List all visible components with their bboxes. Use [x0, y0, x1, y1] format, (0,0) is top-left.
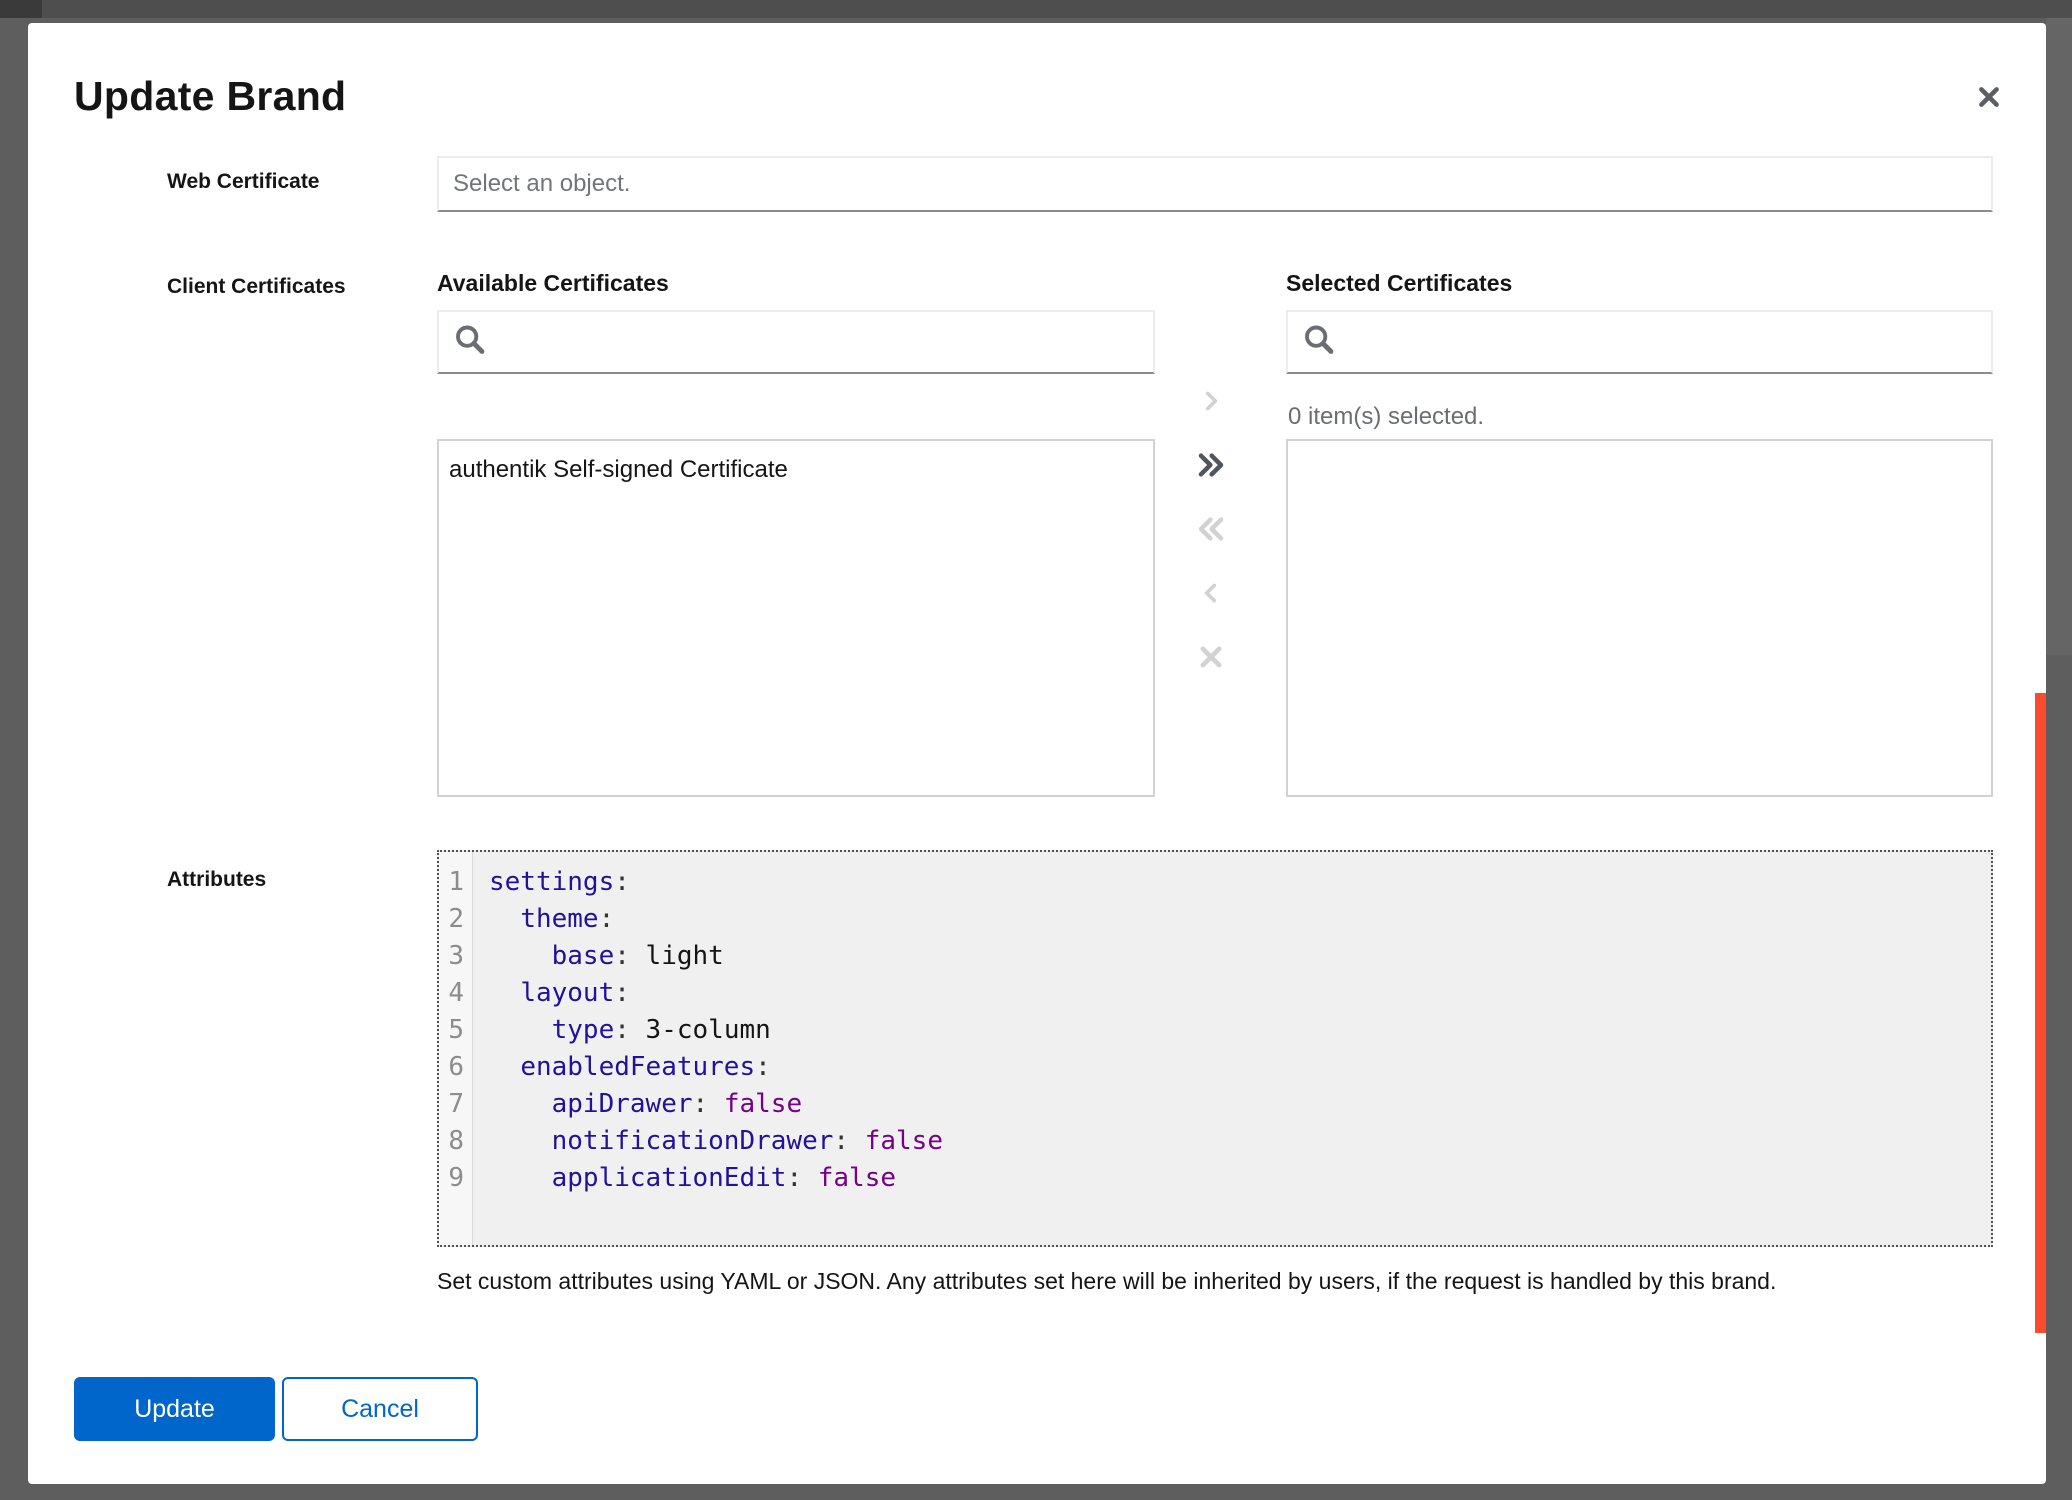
- available-search-input[interactable]: [439, 312, 1153, 372]
- available-certificates-list[interactable]: authentik Self-signed Certificate: [437, 439, 1155, 797]
- code-line: enabledFeatures:: [489, 1049, 1991, 1086]
- list-item[interactable]: authentik Self-signed Certificate: [439, 441, 1153, 492]
- code-gutter: 123456789: [439, 852, 473, 1245]
- selected-certificates-heading: Selected Certificates: [1286, 270, 1512, 297]
- selected-certificates-list[interactable]: [1286, 439, 1993, 797]
- attributes-label: Attributes: [167, 868, 266, 892]
- selected-count-status: 0 item(s) selected.: [1288, 403, 1484, 431]
- selected-search-box[interactable]: [1286, 310, 1993, 374]
- line-number: 1: [439, 864, 472, 901]
- web-certificate-select[interactable]: [437, 156, 1993, 212]
- angle-double-right-icon: [1195, 449, 1227, 481]
- code-line: layout:: [489, 975, 1991, 1012]
- angle-left-icon: [1198, 580, 1224, 606]
- client-certificates-label: Client Certificates: [167, 275, 346, 299]
- web-certificate-input[interactable]: [439, 158, 1991, 210]
- backdrop-corner-patch: [0, 0, 42, 18]
- backdrop-top-strip: [0, 0, 2072, 18]
- modal-title: Update Brand: [74, 73, 346, 120]
- move-selected-right-button[interactable]: [1188, 378, 1234, 424]
- line-number: 4: [439, 975, 472, 1012]
- attributes-code-editor[interactable]: 123456789 settings: theme: base: light l…: [437, 850, 1993, 1247]
- web-certificate-label: Web Certificate: [167, 170, 320, 194]
- line-number: 8: [439, 1123, 472, 1160]
- line-number: 9: [439, 1160, 472, 1197]
- search-icon: [454, 324, 486, 361]
- update-brand-modal: Update Brand Web Certificate Client Cert…: [28, 23, 2046, 1484]
- update-button[interactable]: Update: [74, 1377, 275, 1441]
- available-search-box[interactable]: [437, 310, 1155, 374]
- backdrop-right-strip: [2046, 18, 2072, 655]
- code-line: settings:: [489, 864, 1991, 901]
- clear-selection-button[interactable]: [1188, 634, 1234, 680]
- code-line: notificationDrawer: false: [489, 1123, 1991, 1160]
- line-number: 2: [439, 901, 472, 938]
- line-number: 7: [439, 1086, 472, 1123]
- cancel-button[interactable]: Cancel: [282, 1377, 478, 1441]
- line-number: 6: [439, 1049, 472, 1086]
- move-selected-left-button[interactable]: [1188, 570, 1234, 616]
- line-number: 3: [439, 938, 472, 975]
- code-lines: settings: theme: base: light layout: typ…: [474, 852, 1991, 1245]
- move-all-right-button[interactable]: [1188, 442, 1234, 488]
- available-certificates-heading: Available Certificates: [437, 270, 669, 297]
- code-line: applicationEdit: false: [489, 1160, 1991, 1197]
- angle-right-icon: [1198, 388, 1224, 414]
- line-number: 5: [439, 1012, 472, 1049]
- code-line: apiDrawer: false: [489, 1086, 1991, 1123]
- close-icon: [1976, 84, 2002, 113]
- code-line: base: light: [489, 938, 1991, 975]
- attributes-help-text: Set custom attributes using YAML or JSON…: [437, 1268, 2007, 1295]
- code-line: theme:: [489, 901, 1991, 938]
- modal-scrollbar-thumb[interactable]: [2035, 693, 2046, 1333]
- times-icon: [1196, 642, 1226, 672]
- close-button[interactable]: [1970, 79, 2008, 117]
- code-line: type: 3-column: [489, 1012, 1991, 1049]
- angle-double-left-icon: [1195, 513, 1227, 545]
- search-icon: [1303, 324, 1335, 361]
- move-all-left-button[interactable]: [1188, 506, 1234, 552]
- dual-list-controls: [1188, 378, 1234, 698]
- selected-search-input[interactable]: [1288, 312, 1991, 372]
